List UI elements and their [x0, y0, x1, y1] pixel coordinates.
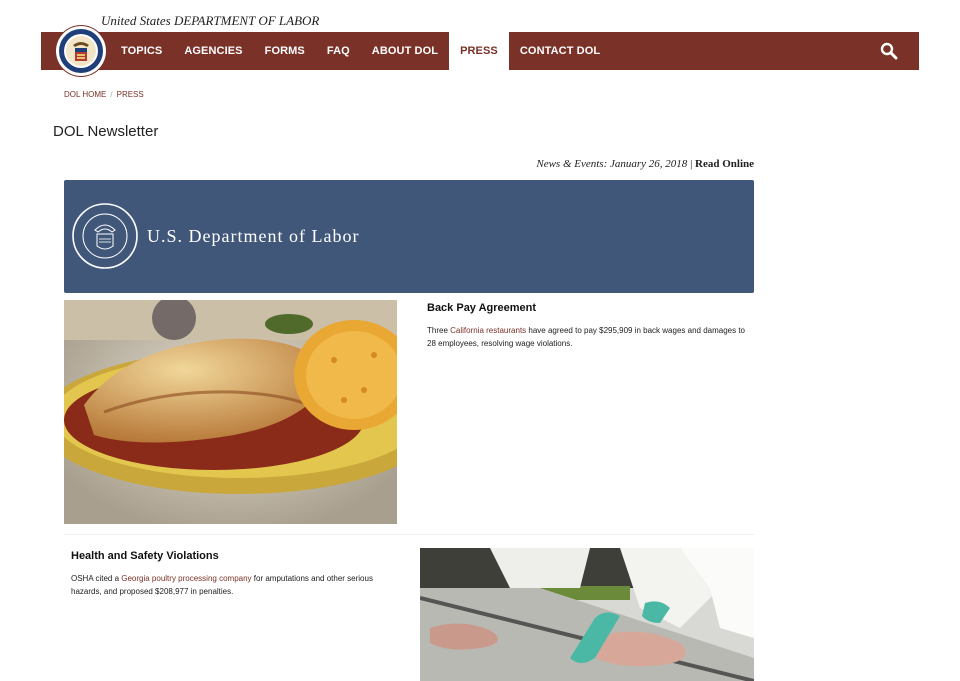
search-icon [880, 42, 898, 60]
breadcrumb-separator: / [110, 90, 113, 99]
breadcrumb-current-link[interactable]: PRESS [117, 90, 144, 99]
story-title-back-pay[interactable]: Back Pay Agreement [427, 302, 536, 314]
dateline-divider: | [690, 158, 693, 170]
story-body-text: Three [427, 326, 451, 335]
nav-menu: TOPICS AGENCIES FORMS FAQ ABOUT DOL PRES… [110, 32, 611, 70]
read-online-link[interactable]: Read Online [695, 158, 754, 170]
agency-line: United States DEPARTMENT OF LABOR [101, 13, 319, 29]
story-title-health-safety[interactable]: Health and Safety Violations [71, 550, 219, 562]
dol-seal-logo[interactable] [56, 26, 106, 76]
nav-item-topics[interactable]: TOPICS [110, 32, 173, 70]
newsletter-date: News & Events: January 26, 2018 [536, 158, 688, 170]
agency-name: DEPARTMENT OF LABOR [173, 13, 320, 28]
story-photo-poultry[interactable] [420, 548, 754, 681]
story-divider [64, 534, 754, 535]
page-title: DOL Newsletter [53, 123, 159, 140]
poultry-processing-image [420, 548, 754, 681]
nav-item-forms[interactable]: FORMS [254, 32, 316, 70]
california-restaurants-link[interactable]: California restaurants [450, 326, 526, 335]
story-body-text: OSHA cited a [71, 574, 122, 583]
agency-prefix: United States [101, 13, 171, 28]
breadcrumb-home-link[interactable]: DOL HOME [64, 90, 106, 99]
search-button[interactable] [880, 42, 898, 60]
georgia-poultry-link[interactable]: Georgia poultry processing company [121, 574, 251, 583]
story-photo-restaurant[interactable] [64, 300, 397, 524]
story-body-back-pay: Three California restaurants have agreed… [427, 324, 747, 350]
enchilada-plate-image [64, 300, 397, 524]
nav-item-about-dol[interactable]: ABOUT DOL [361, 32, 449, 70]
story-body-health-safety: OSHA cited a Georgia poultry processing … [71, 572, 401, 598]
nav-item-faq[interactable]: FAQ [316, 32, 361, 70]
nav-item-press[interactable]: PRESS [449, 32, 509, 70]
nav-item-agencies[interactable]: AGENCIES [173, 32, 253, 70]
nav-item-contact-dol[interactable]: CONTACT DOL [509, 32, 611, 70]
dol-seal-outline-icon [72, 203, 138, 269]
newsletter-dateline: News & Events: January 26, 2018 | Read O… [536, 158, 754, 170]
banner-title: U.S. Department of Labor [147, 226, 360, 246]
breadcrumb: DOL HOME / PRESS [64, 90, 144, 99]
dol-seal-icon [59, 29, 103, 73]
newsletter-banner: U.S. Department of Labor [64, 180, 754, 293]
